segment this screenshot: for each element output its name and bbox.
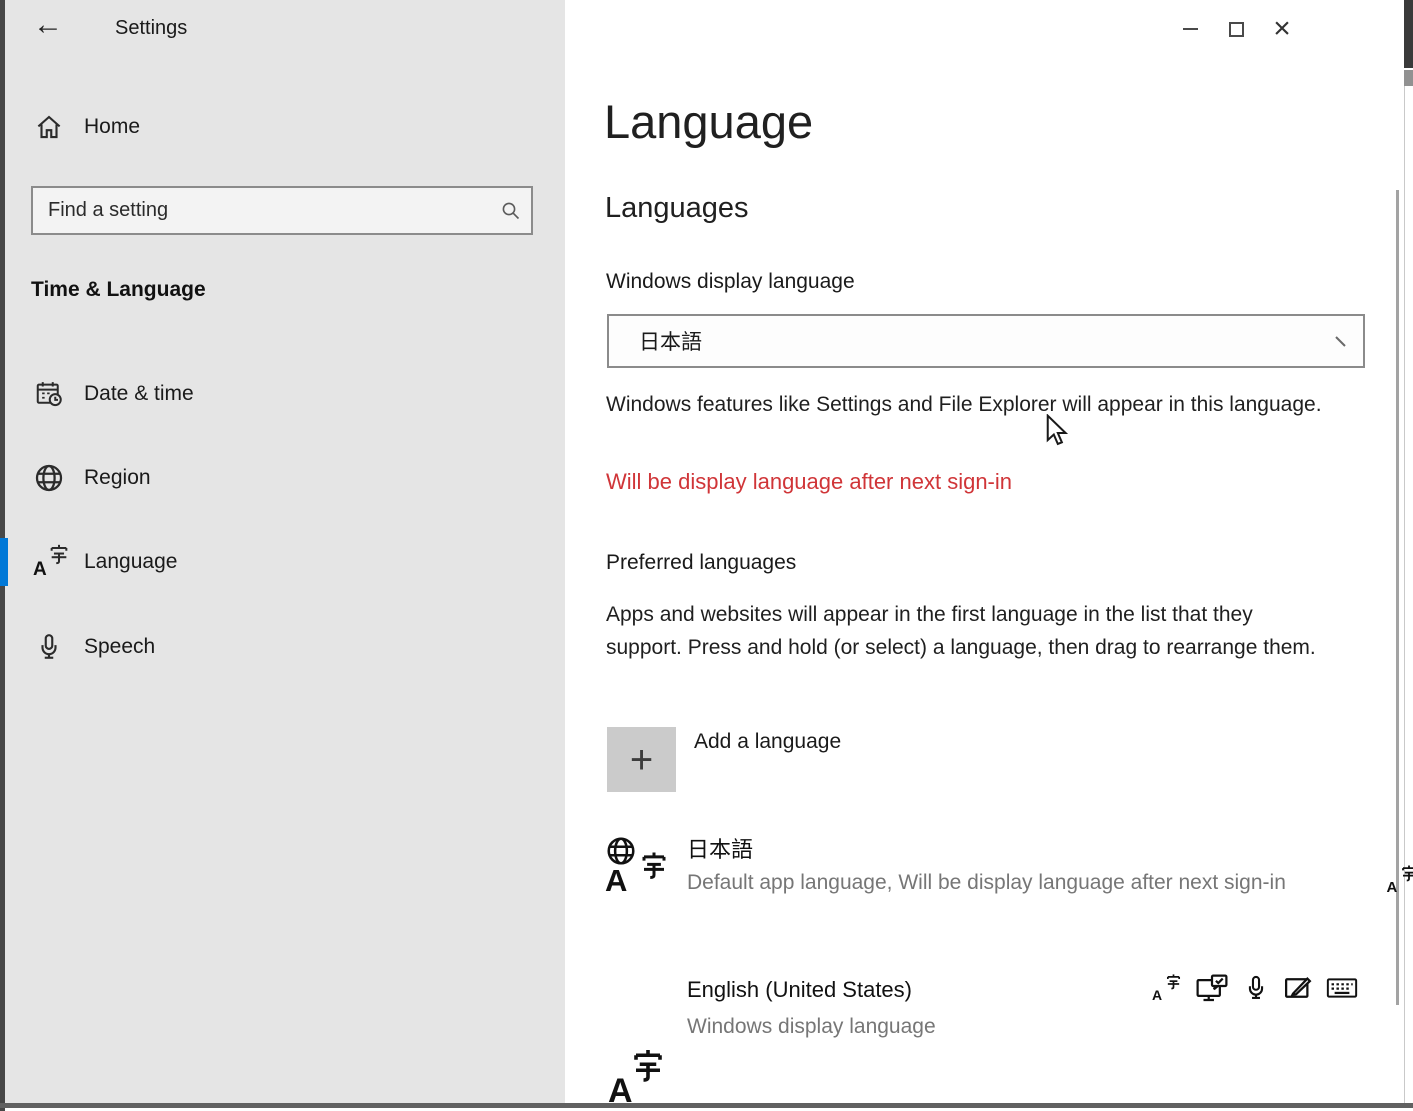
characters-icon: A xyxy=(1152,973,1182,1003)
sidebar-item-label: Region xyxy=(84,466,151,490)
characters-icon: A xyxy=(32,543,70,581)
scrollbar-top-block xyxy=(1404,0,1413,68)
preferred-languages-heading: Preferred languages xyxy=(606,551,796,575)
display-language-dropdown[interactable]: 日本語 xyxy=(607,314,1365,368)
sidebar-item-label: Home xyxy=(84,115,140,139)
language-status: Default app language, Will be display la… xyxy=(687,867,1319,899)
calendar-clock-icon xyxy=(32,377,66,411)
plus-icon: + xyxy=(630,740,653,780)
languages-heading: Languages xyxy=(605,192,749,225)
microphone-icon xyxy=(1242,973,1270,1003)
chevron-down-icon xyxy=(1331,332,1351,352)
display-language-label: Windows display language xyxy=(606,270,855,294)
sidebar-section-heading: Time & Language xyxy=(31,278,206,302)
microphone-icon xyxy=(32,630,66,664)
sidebar-item-region[interactable]: Region xyxy=(5,454,565,502)
sidebar-item-label: Language xyxy=(84,550,177,574)
language-name: 日本語 xyxy=(687,832,753,864)
sidebar-item-label: Speech xyxy=(84,635,155,659)
sidebar-item-language[interactable]: A Language xyxy=(5,538,565,586)
search-box[interactable] xyxy=(31,186,533,235)
display-language-warning: Will be display language after next sign… xyxy=(606,469,1012,495)
minimize-button[interactable] xyxy=(1167,13,1213,45)
back-button[interactable]: ← xyxy=(33,8,63,42)
scrollbar-track[interactable] xyxy=(1404,86,1405,1103)
minimize-icon xyxy=(1183,28,1198,30)
sidebar-item-label: Date & time xyxy=(84,382,194,406)
search-icon[interactable] xyxy=(491,199,531,223)
sidebar-item-date-time[interactable]: Date & time xyxy=(5,370,565,418)
caption-controls: × xyxy=(1167,13,1305,45)
characters-icon: A xyxy=(1386,864,1413,896)
dropdown-selected-value: 日本語 xyxy=(609,326,702,356)
language-feature-icons: A xyxy=(1152,972,1358,1004)
app-title: Settings xyxy=(115,17,187,40)
language-name: English (United States) xyxy=(687,977,912,1003)
sidebar-item-home[interactable]: Home xyxy=(5,103,565,151)
characters-icon: A xyxy=(608,1047,666,1111)
maximize-icon xyxy=(1229,22,1244,37)
display-language-description: Windows features like Settings and File … xyxy=(606,389,1351,421)
sidebar: ← Settings Home Time & Language xyxy=(5,0,565,1103)
add-language-button[interactable]: + xyxy=(607,727,676,792)
preferred-languages-description: Apps and websites will appear in the fir… xyxy=(606,598,1321,664)
home-icon xyxy=(32,110,66,144)
add-language-label[interactable]: Add a language xyxy=(694,730,841,754)
settings-window: ← Settings Home Time & Language xyxy=(0,0,1413,1111)
sidebar-item-speech[interactable]: Speech xyxy=(5,623,565,671)
handwriting-icon xyxy=(1283,973,1313,1003)
scrollbar-up-thumb[interactable] xyxy=(1404,70,1413,86)
close-icon: × xyxy=(1273,14,1291,44)
mouse-cursor xyxy=(1044,414,1070,446)
window-bottom-edge xyxy=(0,1103,1413,1108)
display-language-icon xyxy=(1195,972,1229,1004)
page-title: Language xyxy=(604,94,813,149)
language-status: Windows display language xyxy=(687,1011,936,1043)
globe-icon xyxy=(32,461,66,495)
selected-item-accent-bar xyxy=(0,538,8,586)
search-input[interactable] xyxy=(33,199,491,222)
maximize-button[interactable] xyxy=(1213,13,1259,45)
close-button[interactable]: × xyxy=(1259,13,1305,45)
translate-globe-icon: A xyxy=(605,835,669,901)
keyboard-icon xyxy=(1326,974,1358,1002)
